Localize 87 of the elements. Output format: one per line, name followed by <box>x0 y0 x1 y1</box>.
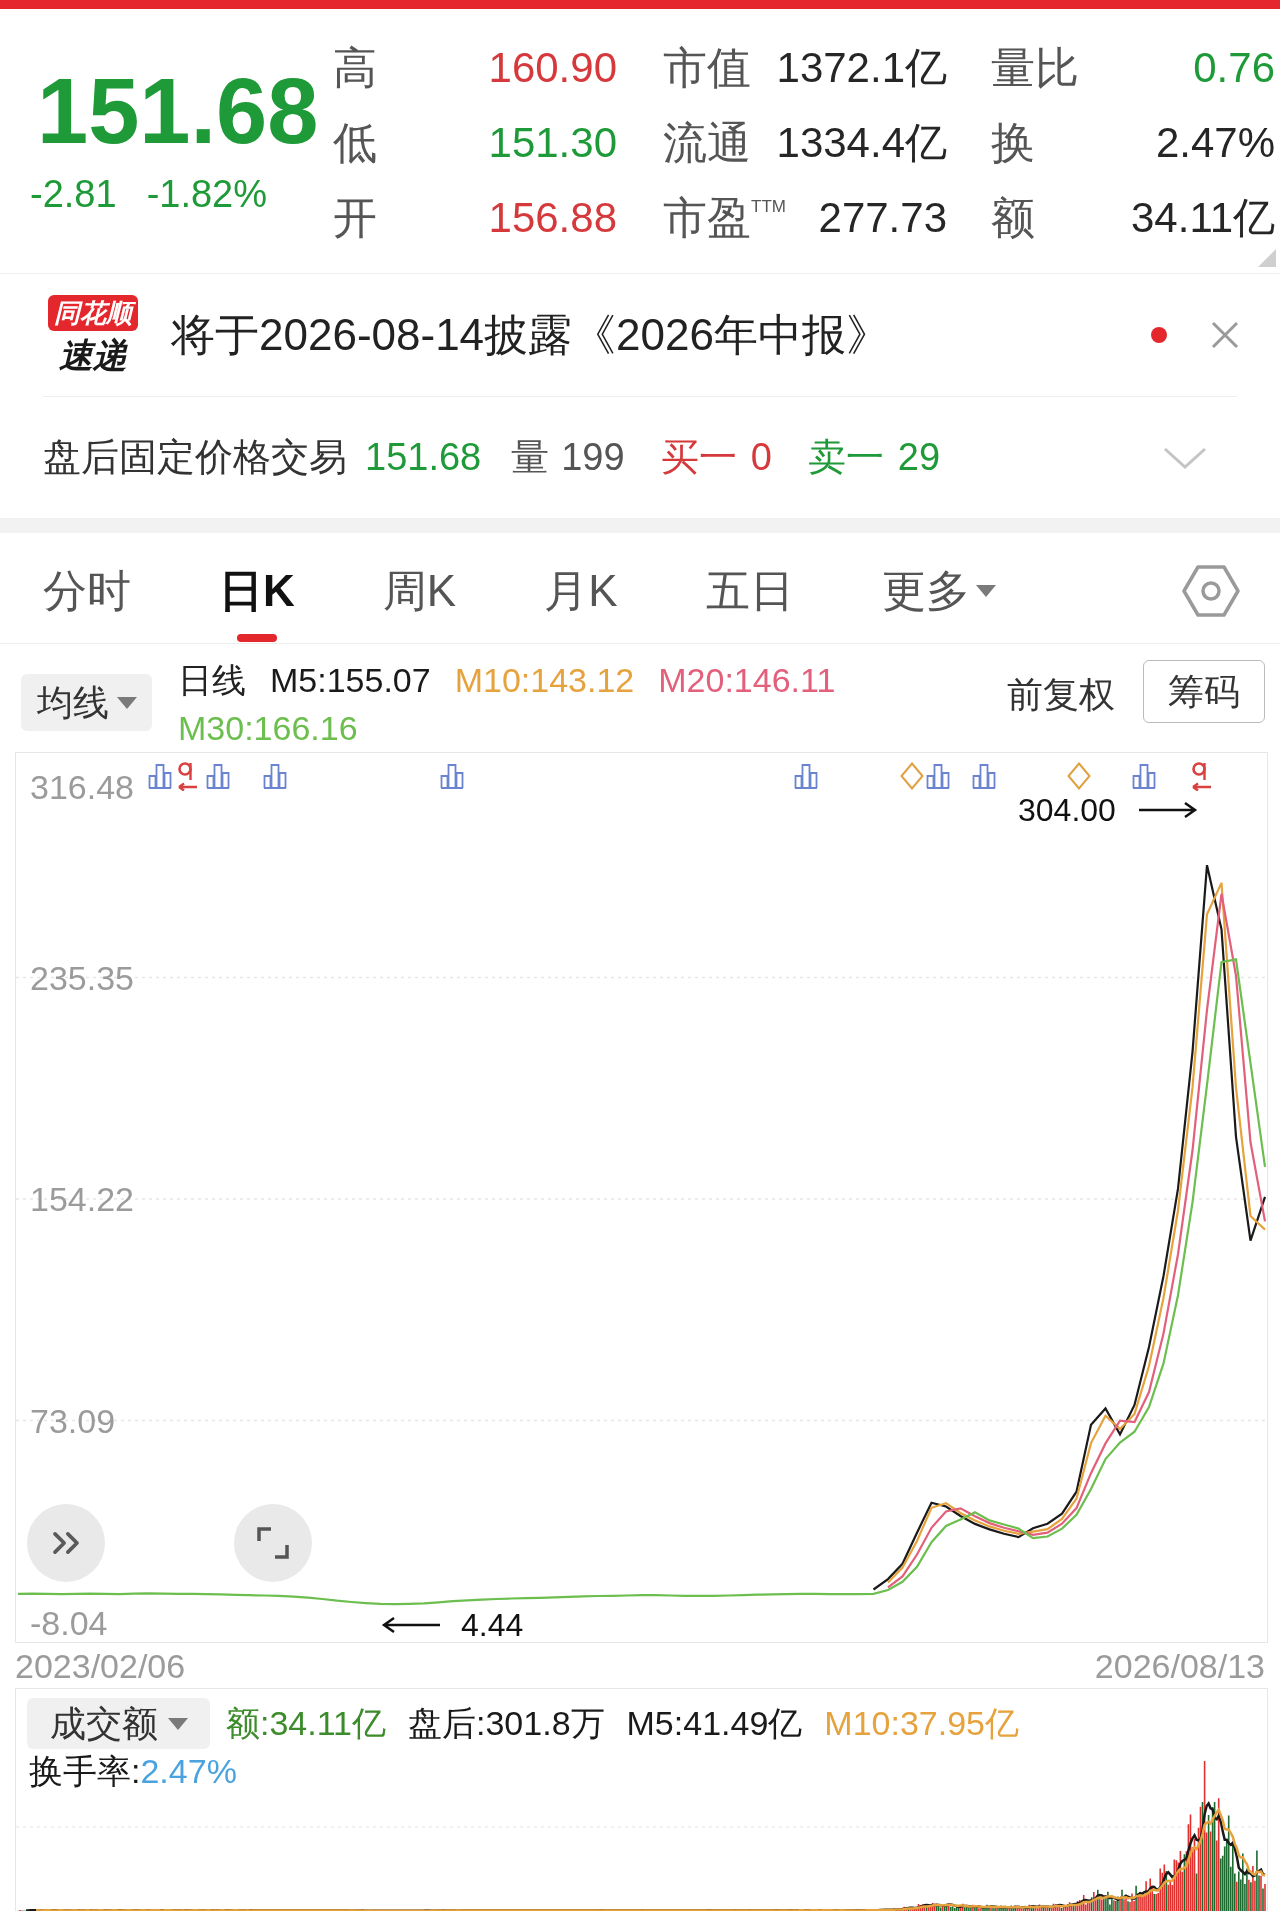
stat-value: 160.90 <box>488 44 617 91</box>
stat-value: 151.30 <box>488 119 617 166</box>
stat-value: 34.11亿 <box>1131 194 1275 241</box>
moving-average-value: M20:146.11 <box>658 660 836 701</box>
axis-label: 316.48 <box>30 769 134 805</box>
moving-average-value: M5:155.07 <box>270 660 431 701</box>
bar-chart-icon[interactable] <box>972 763 996 789</box>
bar-chart-icon[interactable] <box>1132 763 1156 789</box>
stat-label: 流通 <box>663 118 751 167</box>
volume-value: 199 <box>561 435 625 480</box>
axis-label: 154.22 <box>30 1181 134 1217</box>
volume-stat: 盘后:301.8万 <box>408 1703 605 1744</box>
stat-label: 低 <box>333 118 377 167</box>
turnover-label: 换手率: <box>29 1751 141 1791</box>
axis-label: 235.35 <box>30 959 134 996</box>
price-change: -2.81 <box>30 175 117 213</box>
indicator-dropdown[interactable]: 成交额 <box>27 1698 210 1749</box>
bar-chart-icon[interactable] <box>148 763 172 789</box>
stat-label: 市盈$^{TTM}$ <box>663 193 786 242</box>
left-arrow-icon <box>381 1615 441 1635</box>
chart-tab[interactable]: 五日 <box>705 569 794 613</box>
settings-icon <box>1182 562 1240 620</box>
stat-label: 高 <box>333 43 377 92</box>
low-price-label: 4.44 <box>461 1608 524 1642</box>
chips-button[interactable]: 筹码 <box>1143 660 1265 723</box>
stat-label: 开 <box>333 193 377 242</box>
bid-value: 0 <box>750 435 772 480</box>
right-arrow-icon <box>1138 800 1198 820</box>
fullscreen-icon <box>256 1526 290 1560</box>
volume-stat: M5:41.49亿 <box>626 1703 803 1744</box>
high-price-label: 304.00 <box>1018 793 1116 827</box>
axis-label: 73.09 <box>30 1402 116 1439</box>
flag-arrow-icon[interactable] <box>176 761 200 791</box>
stat-value: 0.76 <box>1193 44 1275 91</box>
stat-label: 换 <box>991 118 1035 167</box>
moving-average-value: M10:143.12 <box>454 660 635 701</box>
caret-down-icon <box>116 696 137 709</box>
caret-down-icon <box>167 1717 188 1730</box>
chart-tab[interactable]: 更多 <box>881 569 996 613</box>
axis-label: -8.04 <box>30 1605 108 1641</box>
chevron-down-icon <box>1163 445 1207 470</box>
settings-button[interactable] <box>1182 562 1240 620</box>
after-hours-label: 盘后固定价格交易 <box>43 435 347 480</box>
chart-tab[interactable]: 月K <box>544 569 618 613</box>
adjustment-toggle[interactable]: 前复权 <box>1007 677 1115 713</box>
chart-tab[interactable]: 周K <box>382 569 457 613</box>
moving-average-value: M30:166.16 <box>178 708 358 749</box>
after-hours-price: 151.68 <box>365 435 482 480</box>
diamond-icon[interactable] <box>900 762 924 790</box>
volume-stat: M10:37.95亿 <box>824 1703 1019 1744</box>
bar-chart-icon[interactable] <box>440 763 464 789</box>
logo-tile: 同花顺 <box>48 295 138 331</box>
ask-label: 卖一 <box>807 435 884 480</box>
last-price: 151.68 <box>37 65 320 157</box>
indicator-dropdown[interactable]: 均线 <box>21 674 152 731</box>
volume-label: 量 <box>511 435 550 480</box>
stat-value: 1334.4亿 <box>776 119 947 166</box>
bar-chart-icon[interactable] <box>926 763 950 789</box>
end-date: 2026/08/13 <box>1094 1648 1265 1683</box>
ask-value: 29 <box>897 435 941 480</box>
caret-down-icon <box>975 585 996 597</box>
turnover-value: 2.47% <box>140 1751 237 1791</box>
bid-label: 买一 <box>660 435 737 480</box>
bar-chart-icon[interactable] <box>263 763 287 789</box>
logo-subtitle: 速递 <box>59 335 127 375</box>
change-percent: -1.82% <box>146 175 268 213</box>
stat-label: 量比 <box>991 43 1079 92</box>
corner-fold-icon <box>1258 249 1276 267</box>
stat-value: 2.47% <box>1155 119 1275 166</box>
chart-tab[interactable]: 分时 <box>43 569 131 613</box>
close-button[interactable] <box>1211 321 1239 349</box>
chart-tab[interactable]: 日K <box>219 569 295 642</box>
stat-label: 额 <box>991 193 1035 242</box>
news-headline[interactable]: 将于2026-08-14披露《2026年中报》 <box>171 302 890 368</box>
stat-value: 156.88 <box>488 194 617 241</box>
close-icon <box>1211 321 1239 349</box>
stat-label: 市值 <box>663 43 751 92</box>
period-label: 日线 <box>178 660 246 701</box>
bar-chart-icon[interactable] <box>794 763 818 789</box>
tab-underline <box>236 634 277 642</box>
stat-value: 1372.1亿 <box>776 44 947 91</box>
bar-chart-icon[interactable] <box>206 763 230 789</box>
start-date: 2023/02/06 <box>15 1648 186 1683</box>
flag-arrow-icon[interactable] <box>1190 761 1214 791</box>
stat-value: 277.73 <box>818 194 947 241</box>
diamond-icon[interactable] <box>1067 762 1091 790</box>
volume-stat: 额:34.11亿 <box>226 1703 386 1744</box>
